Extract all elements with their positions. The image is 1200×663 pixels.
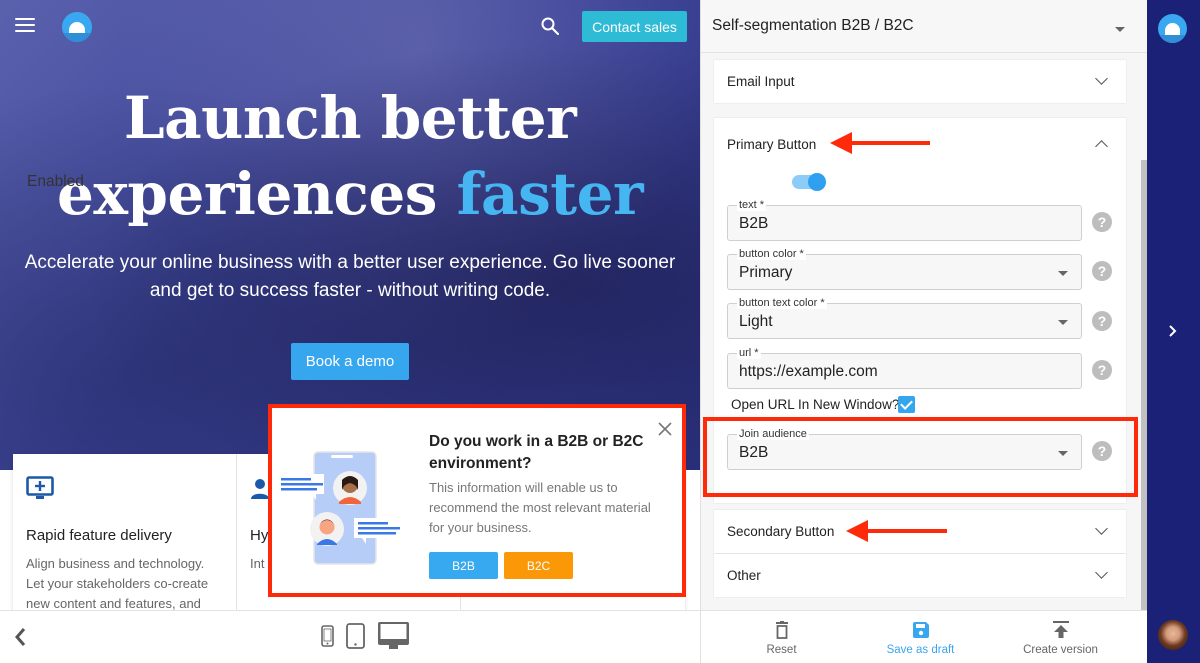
button-color-select[interactable]: button color * Primary bbox=[727, 248, 1082, 290]
create-version-button[interactable]: Create version bbox=[986, 611, 1135, 663]
chevron-right-icon[interactable] bbox=[1168, 324, 1178, 338]
enabled-toggle[interactable] bbox=[792, 173, 826, 191]
annotation-arrow bbox=[846, 520, 947, 542]
feature-title: Rapid feature delivery bbox=[26, 527, 172, 544]
save-draft-label: Save as draft bbox=[886, 644, 955, 656]
user-avatar[interactable] bbox=[1158, 620, 1188, 650]
trash-icon bbox=[775, 621, 788, 639]
field-label: button text color * bbox=[737, 297, 827, 309]
help-icon[interactable]: ? bbox=[1092, 360, 1112, 380]
hero-background bbox=[0, 0, 700, 470]
section-label: Secondary Button bbox=[727, 524, 835, 539]
preview-toolbar bbox=[0, 610, 700, 663]
chevron-up-icon[interactable] bbox=[1095, 140, 1108, 153]
chevron-down-icon[interactable] bbox=[1095, 522, 1108, 535]
hamburger-menu-icon[interactable] bbox=[15, 18, 35, 34]
section-label: Other bbox=[727, 568, 761, 583]
feature-text: Align business and technology. Let your … bbox=[26, 556, 209, 610]
reset-button[interactable]: Reset bbox=[707, 611, 856, 663]
caret-down-icon[interactable] bbox=[1115, 27, 1125, 32]
hero-title: Launch better experiences faster bbox=[0, 80, 700, 232]
search-icon[interactable] bbox=[541, 17, 559, 35]
button-text-color-select[interactable]: button text color * Light bbox=[727, 297, 1082, 339]
create-version-label: Create version bbox=[1023, 644, 1098, 656]
b2c-button[interactable]: B2C bbox=[504, 552, 573, 579]
field-value: Primary bbox=[739, 264, 793, 281]
help-icon[interactable]: ? bbox=[1092, 311, 1112, 331]
url-field[interactable]: url * https://example.com bbox=[727, 347, 1082, 389]
help-icon[interactable]: ? bbox=[1092, 212, 1112, 232]
chevron-down-icon[interactable] bbox=[1095, 72, 1108, 85]
panel-title: Self-segmentation B2B / B2C bbox=[712, 17, 914, 34]
monitor-plus-icon bbox=[26, 476, 54, 499]
site-header: Contact sales bbox=[0, 0, 700, 54]
hero-title-line1: Launch better bbox=[123, 84, 577, 152]
hero-title-prefix: experiences bbox=[56, 160, 457, 228]
section-label[interactable]: Primary Button bbox=[727, 137, 816, 152]
open-new-window-label: Open URL In New Window? bbox=[731, 397, 900, 412]
field-label: text * bbox=[737, 199, 767, 211]
caret-down-icon bbox=[1058, 271, 1068, 276]
panel-header[interactable]: Self-segmentation B2B / B2C bbox=[701, 0, 1148, 53]
page-preview: Contact sales Launch better experiences … bbox=[0, 0, 700, 610]
annotation-arrow bbox=[830, 132, 930, 154]
open-new-window-checkbox[interactable] bbox=[898, 396, 915, 413]
hero-subtitle: Accelerate your online business with a b… bbox=[24, 252, 676, 301]
section-email-input[interactable]: Email Input bbox=[714, 60, 1126, 103]
field-value: B2B bbox=[739, 215, 769, 232]
side-rail bbox=[1147, 0, 1200, 663]
save-draft-button[interactable]: Save as draft bbox=[846, 611, 995, 663]
section-label: Email Input bbox=[727, 74, 795, 89]
chat-illustration bbox=[278, 451, 402, 565]
annotation-highlight-box bbox=[703, 417, 1138, 497]
panel-footer: Reset Save as draft Create version bbox=[700, 610, 1147, 663]
feature-card: Rapid feature delivery Align business an… bbox=[13, 454, 237, 610]
hero-title-line2: experiences faster bbox=[0, 156, 700, 232]
section-other[interactable]: Other bbox=[714, 554, 1126, 597]
brand-logo-icon[interactable] bbox=[62, 12, 92, 42]
save-icon bbox=[912, 622, 929, 638]
caret-down-icon bbox=[1058, 320, 1068, 325]
book-demo-button[interactable]: Book a demo bbox=[291, 343, 409, 380]
field-value: https://example.com bbox=[739, 363, 878, 380]
field-label: button color * bbox=[737, 248, 806, 260]
upload-icon bbox=[1052, 621, 1069, 638]
app-root: Contact sales Launch better experiences … bbox=[0, 0, 1200, 663]
segmentation-popup: Do you work in a B2B or B2C environment?… bbox=[268, 404, 686, 597]
enabled-label: Enabled bbox=[27, 173, 84, 190]
reset-label: Reset bbox=[766, 644, 797, 656]
hero-title-accent: faster bbox=[456, 160, 644, 228]
mobile-device-icon[interactable] bbox=[321, 625, 334, 647]
chevron-down-icon[interactable] bbox=[1095, 566, 1108, 579]
text-field[interactable]: text * B2B bbox=[727, 199, 1082, 241]
chevron-left-icon[interactable] bbox=[12, 626, 28, 648]
help-icon[interactable]: ? bbox=[1092, 261, 1112, 281]
b2b-button[interactable]: B2B bbox=[429, 552, 498, 579]
desktop-device-icon[interactable] bbox=[377, 621, 410, 651]
brand-logo-icon[interactable] bbox=[1158, 14, 1187, 43]
tablet-device-icon[interactable] bbox=[346, 623, 365, 649]
field-label: url * bbox=[737, 347, 761, 359]
popup-text: This information will enable us to recom… bbox=[429, 480, 651, 535]
popup-title: Do you work in a B2B or B2C environment? bbox=[429, 433, 644, 472]
contact-sales-button[interactable]: Contact sales bbox=[582, 11, 687, 42]
field-value: Light bbox=[739, 313, 773, 330]
